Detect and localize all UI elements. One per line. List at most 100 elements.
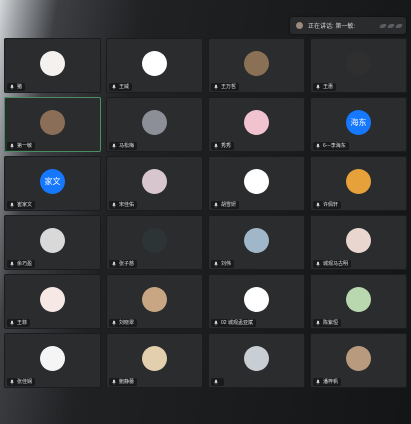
- text-avatar-icon: 家文: [40, 169, 65, 195]
- participant-name: 余巧盈: [17, 261, 33, 267]
- participant-tile[interactable]: 潘梓帆: [310, 333, 407, 388]
- sketch-avatar-icon: [244, 169, 269, 195]
- participant-label: 宋佳佑: [109, 201, 138, 209]
- participant-label: 余巧盈: [7, 260, 36, 268]
- mic-icon: [112, 379, 116, 385]
- participant-tile[interactable]: 马松梅: [106, 97, 203, 152]
- mic-icon: [214, 143, 218, 149]
- participant-label: 马松梅: [109, 142, 138, 150]
- participant-tile[interactable]: 家文崔家文: [4, 156, 101, 211]
- participant-tile[interactable]: 张佳娴: [4, 333, 101, 388]
- participant-label: 张佳娴: [7, 378, 36, 386]
- participant-name: 张子慈: [119, 261, 135, 267]
- hand-avatar-icon: [244, 346, 269, 372]
- participant-label: 刘晓翠: [109, 319, 138, 327]
- participant-tile[interactable]: 刘伟: [208, 215, 305, 270]
- pink-cartoon-avatar-icon: [244, 110, 269, 136]
- desert-avatar-icon: [40, 110, 65, 136]
- participant-name: 王菲: [17, 320, 28, 326]
- mic-icon: [112, 261, 116, 267]
- person-avatar-icon: [346, 169, 371, 195]
- participant-label: 鲍静蕾: [109, 378, 138, 386]
- participant-tile[interactable]: 鲍静蕾: [106, 333, 203, 388]
- text-avatar-icon: 海东: [346, 110, 371, 136]
- participant-label: 02 城观孟亚斌: [211, 319, 256, 327]
- participant-tile[interactable]: 王惠: [310, 38, 407, 93]
- participant-label: 猪: [7, 83, 26, 91]
- participant-label: 潘梓帆: [313, 378, 342, 386]
- mic-icon: [316, 379, 320, 385]
- dog-avatar-icon: [142, 287, 167, 313]
- cartoon-girl-avatar-icon: [40, 51, 65, 77]
- ornament-avatar-icon: [40, 287, 65, 313]
- pattern-avatar-icon: [142, 169, 167, 195]
- cat-avatar-icon: [142, 346, 167, 372]
- participant-tile[interactable]: 张子慈: [106, 215, 203, 270]
- mic-icon: [214, 379, 218, 385]
- participant-label: 6---李海东: [313, 142, 349, 150]
- bear-avatar-icon: [40, 228, 65, 254]
- participant-label: 崔家文: [7, 201, 36, 209]
- mic-icon: [214, 320, 218, 326]
- participant-name: 许佩轩: [323, 202, 339, 208]
- participant-label: 王惠: [313, 83, 337, 91]
- participant-name: 王威: [119, 84, 130, 90]
- participant-name: 胡雪妍: [221, 202, 237, 208]
- bunny-avatar-icon: [244, 287, 269, 313]
- participant-label: 胡雪妍: [211, 201, 240, 209]
- participant-tile[interactable]: 宋佳佑: [106, 156, 203, 211]
- participant-name: 张佳娴: [17, 379, 33, 385]
- girl-avatar-icon: [346, 228, 371, 254]
- participant-label: 许佩轩: [313, 201, 342, 209]
- participant-name: 陈紫恒: [323, 320, 339, 326]
- participant-tile[interactable]: 02 城观孟亚斌: [208, 274, 305, 329]
- participant-name: 崔家文: [17, 202, 33, 208]
- mic-icon: [316, 84, 320, 90]
- participant-tile[interactable]: 王菲: [4, 274, 101, 329]
- participant-tile[interactable]: 陈紫恒: [310, 274, 407, 329]
- meh-face-avatar-icon: [142, 51, 167, 77]
- participant-label: 秀秀: [211, 142, 235, 150]
- participant-tile[interactable]: 刘晓翠: [106, 274, 203, 329]
- mic-icon: [10, 320, 14, 326]
- participant-label: 王威: [109, 83, 133, 91]
- participant-name: 潘梓帆: [323, 379, 339, 385]
- participant-name: 王万哲: [221, 84, 237, 90]
- participant-tile[interactable]: 第一敏: [4, 97, 101, 152]
- participant-tile[interactable]: 猪: [4, 38, 101, 93]
- participant-name: 秀秀: [221, 143, 232, 149]
- mic-icon: [112, 320, 116, 326]
- participant-name: 刘晓翠: [119, 320, 135, 326]
- participant-name: 王惠: [323, 84, 334, 90]
- participant-tile[interactable]: 胡雪妍: [208, 156, 305, 211]
- participant-label: 刘伟: [211, 260, 235, 268]
- figure-avatar-icon: [142, 110, 167, 136]
- mic-icon: [10, 84, 14, 90]
- participant-tile[interactable]: [208, 333, 305, 388]
- participant-tile[interactable]: 海东 6---李海东: [310, 97, 407, 152]
- participant-label: 张子慈: [109, 260, 138, 268]
- participant-tile[interactable]: 城观马古明: [310, 215, 407, 270]
- mic-icon: [10, 379, 14, 385]
- speaking-indicator: 正在讲话: 第一敏:: [290, 17, 406, 34]
- participant-label: 城观马古明: [313, 260, 352, 268]
- participant-tile[interactable]: 余巧盈: [4, 215, 101, 270]
- participant-grid: 猪王威 王万哲 王惠 第一敏 马松梅 秀秀 海东 6---李海东 家文 崔家文 宋佳佑 胡雪妍 许佩轩余…: [4, 38, 407, 388]
- participant-name: 宋佳佑: [119, 202, 135, 208]
- participant-name: 第一敏: [17, 143, 33, 149]
- participant-tile[interactable]: 许佩轩: [310, 156, 407, 211]
- more-icon[interactable]: [378, 23, 404, 28]
- mic-icon: [316, 320, 320, 326]
- cat-avatar-icon: [244, 51, 269, 77]
- dark-character-avatar-icon: [346, 51, 371, 77]
- mic-icon: [10, 202, 14, 208]
- participant-label: [211, 378, 224, 386]
- participant-label: 第一敏: [7, 142, 36, 150]
- participant-tile[interactable]: 秀秀: [208, 97, 305, 152]
- participant-tile[interactable]: 王万哲: [208, 38, 305, 93]
- participant-name: 02 城观孟亚斌: [221, 320, 253, 326]
- participant-tile[interactable]: 王威: [106, 38, 203, 93]
- participant-name: 鲍静蕾: [119, 379, 135, 385]
- mic-icon: [10, 261, 14, 267]
- mic-icon: [112, 84, 116, 90]
